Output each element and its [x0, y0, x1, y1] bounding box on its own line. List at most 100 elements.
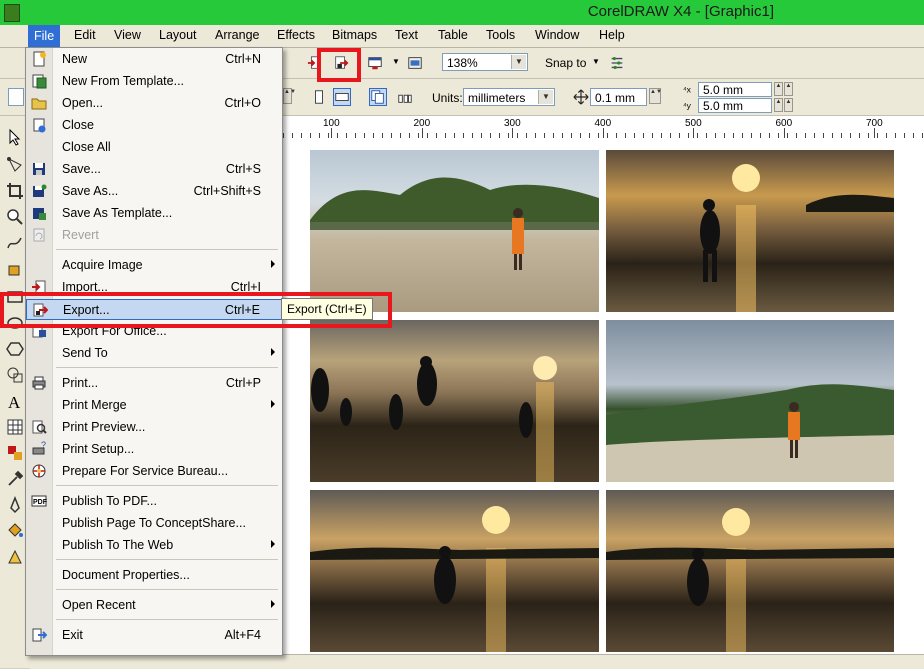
- menu-table[interactable]: Table: [438, 28, 468, 42]
- file-menu-item-print-merge[interactable]: Print Merge: [26, 395, 282, 416]
- photo-sunset-2[interactable]: [310, 490, 599, 652]
- export-menu-highlight: [0, 292, 392, 328]
- file-menu-item-print[interactable]: Print... Ctrl+P: [26, 373, 282, 394]
- duplicate-x-input[interactable]: 5.0 mm: [698, 82, 772, 97]
- application-launcher-icon[interactable]: [366, 54, 384, 72]
- save-template-icon: [33, 208, 46, 220]
- duplicate-y-spinner-alt[interactable]: ▲: [784, 98, 793, 112]
- nudge-spinner[interactable]: ▲▼: [649, 88, 662, 104]
- file-menu-item-print-preview[interactable]: Print Preview...: [26, 417, 282, 438]
- options-icon[interactable]: [608, 54, 626, 72]
- file-menu-item-open-recent[interactable]: Open Recent: [26, 595, 282, 616]
- menu-tools[interactable]: Tools: [486, 28, 515, 42]
- file-menu-item-document-properties[interactable]: Document Properties...: [26, 565, 282, 586]
- file-menu-item-new-from-template[interactable]: New From Template...: [26, 71, 282, 92]
- landscape-icon[interactable]: [333, 88, 351, 106]
- chevron-down-icon[interactable]: ▼: [511, 55, 526, 69]
- photo-sunset-group[interactable]: [310, 320, 599, 482]
- file-menu-item-close[interactable]: Close: [26, 115, 282, 136]
- shape-tool-icon[interactable]: [6, 156, 24, 174]
- fill-tool-icon[interactable]: [6, 522, 24, 540]
- menu-separator: [56, 485, 278, 486]
- file-menu-item-save-as-template[interactable]: Save As Template...: [26, 203, 282, 224]
- freehand-tool-icon[interactable]: [6, 234, 24, 252]
- file-menu-item-label: New From Template...: [62, 74, 185, 88]
- file-menu-item-label: Document Properties...: [62, 568, 190, 582]
- file-menu-item-acquire-image[interactable]: Acquire Image: [26, 255, 282, 276]
- photo-sunset-1[interactable]: [606, 150, 894, 312]
- app-icon[interactable]: [4, 4, 20, 22]
- file-menu-item-send-to[interactable]: Send To: [26, 343, 282, 364]
- basic-shapes-tool-icon[interactable]: [6, 366, 24, 384]
- all-pages-icon[interactable]: [369, 88, 387, 106]
- current-page-icon[interactable]: [396, 88, 414, 106]
- menu-window[interactable]: Window: [535, 28, 579, 42]
- menu-separator: [56, 249, 278, 250]
- welcome-screen-icon[interactable]: [406, 54, 424, 72]
- launcher-dropdown-icon[interactable]: ▼: [392, 57, 400, 66]
- ruler-major-tick: [602, 128, 604, 138]
- file-menu-item-exit[interactable]: Exit Alt+F4: [26, 625, 282, 646]
- smart-fill-tool-icon[interactable]: [6, 260, 24, 278]
- zoom-level-combo[interactable]: 138% ▼: [442, 53, 528, 71]
- page-size-spinner[interactable]: ▲▼: [283, 88, 296, 104]
- export-toolbar-highlight: [317, 48, 361, 82]
- chevron-down-icon[interactable]: ▼: [538, 90, 553, 104]
- zoom-tool-icon[interactable]: [6, 208, 24, 226]
- units-combo[interactable]: millimeters ▼: [463, 88, 555, 106]
- paper-type-combo[interactable]: [8, 88, 24, 106]
- file-menu-item-save-as[interactable]: Save As... Ctrl+Shift+S: [26, 181, 282, 202]
- polygon-tool-icon[interactable]: [6, 340, 24, 358]
- photo-beach-day-2[interactable]: [606, 320, 894, 482]
- crop-tool-icon[interactable]: [6, 182, 24, 200]
- photo-beach-day-2-scene: [606, 384, 894, 482]
- photo-sunset-3[interactable]: [606, 490, 894, 652]
- text-tool-icon[interactable]: A: [6, 392, 24, 410]
- file-menu-item-open[interactable]: Open... Ctrl+O: [26, 93, 282, 114]
- file-menu-item-publish-to-the-web[interactable]: Publish To The Web: [26, 535, 282, 556]
- file-menu-item-prepare-for-service-bureau[interactable]: Prepare For Service Bureau...: [26, 461, 282, 482]
- submenu-arrow-icon: [271, 540, 275, 548]
- outline-tool-icon[interactable]: [6, 496, 24, 514]
- photo-beach-day-1[interactable]: [310, 150, 599, 312]
- file-menu-item-close-all[interactable]: Close All: [26, 137, 282, 158]
- table-tool-icon[interactable]: [6, 418, 24, 436]
- duplicate-y-spinner[interactable]: ▲: [774, 98, 783, 112]
- pick-tool-icon[interactable]: [6, 128, 24, 146]
- units-label: Units:: [432, 91, 463, 105]
- drawing-canvas[interactable]: [283, 138, 924, 668]
- portrait-icon[interactable]: [310, 88, 328, 106]
- duplicate-x-spinner[interactable]: ▲: [774, 82, 783, 96]
- menu-help[interactable]: Help: [599, 28, 625, 42]
- duplicate-y-value: 5.0 mm: [703, 99, 744, 113]
- duplicate-y-input[interactable]: 5.0 mm: [698, 98, 772, 113]
- nudge-distance-input[interactable]: 0.1 mm: [590, 88, 647, 106]
- file-menu-item-new[interactable]: New Ctrl+N: [26, 49, 282, 70]
- svg-text:PDF: PDF: [33, 499, 47, 506]
- svg-text:⁴y: ⁴y: [683, 100, 692, 110]
- ruler-major-tick: [421, 128, 423, 138]
- menu-separator: [56, 559, 278, 560]
- eyedropper-tool-icon[interactable]: [6, 470, 24, 488]
- exit-icon: [32, 628, 47, 642]
- interactive-fill-tool-icon[interactable]: [6, 548, 24, 566]
- snap-to-label[interactable]: Snap to: [545, 56, 586, 70]
- horizontal-ruler[interactable]: 100 200 300 400 500 600 700: [283, 116, 924, 139]
- menu-edit[interactable]: Edit: [74, 28, 96, 42]
- menu-text[interactable]: Text: [395, 28, 418, 42]
- file-menu-item-print-setup[interactable]: ? Print Setup...: [26, 439, 282, 460]
- interactive-blend-tool-icon[interactable]: [6, 444, 24, 462]
- menu-bitmaps[interactable]: Bitmaps: [332, 28, 377, 42]
- menu-layout[interactable]: Layout: [159, 28, 197, 42]
- snap-dropdown-icon[interactable]: ▼: [592, 57, 600, 66]
- file-menu-item-save[interactable]: Save... Ctrl+S: [26, 159, 282, 180]
- file-menu-item-publish-page-to-conceptshare[interactable]: Publish Page To ConceptShare...: [26, 513, 282, 534]
- menu-view[interactable]: View: [114, 28, 141, 42]
- photo-sunset-1-scene: [700, 164, 894, 312]
- menu-file[interactable]: File: [28, 25, 61, 47]
- menu-effects[interactable]: Effects: [277, 28, 315, 42]
- duplicate-x-spinner-alt[interactable]: ▲: [784, 82, 793, 96]
- file-menu-item-publish-to-pdf[interactable]: PDF Publish To PDF...: [26, 491, 282, 512]
- menu-arrange[interactable]: Arrange: [215, 28, 259, 42]
- file-menu-item-label: Revert: [62, 228, 99, 242]
